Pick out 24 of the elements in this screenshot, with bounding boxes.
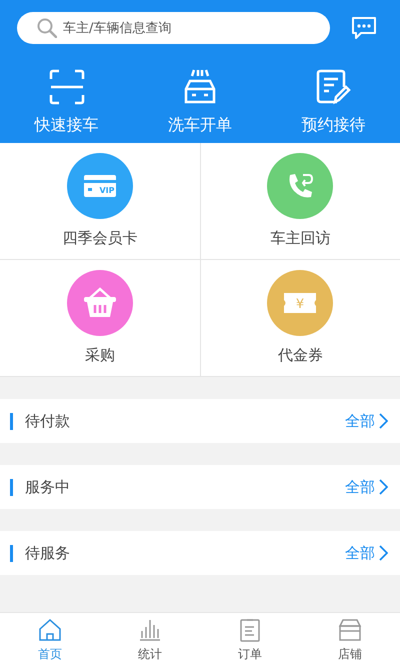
tile-label: 代金券: [278, 344, 323, 366]
search-field[interactable]: 车主/车辆信息查询: [17, 12, 330, 44]
section-title: 待服务: [25, 542, 70, 564]
note-edit-icon: [315, 69, 352, 105]
chevron-right-icon: [379, 545, 388, 561]
menu-tile[interactable]: ¥ 代金券: [200, 260, 400, 376]
tab-bar-item[interactable]: 店铺: [300, 613, 400, 666]
chevron-right-icon: [379, 479, 388, 495]
home-icon: [37, 616, 63, 642]
tile-label: 车主回访: [270, 228, 330, 249]
menu-tile[interactable]: 采购: [0, 260, 200, 376]
tab-bar-item[interactable]: 统计: [100, 613, 200, 666]
chevron-right-icon: [379, 413, 388, 429]
section-title: 服务中: [25, 476, 70, 498]
tile-label: 四季会员卡: [62, 228, 138, 249]
basket-icon: [82, 286, 118, 320]
store-icon: [337, 616, 363, 642]
tab-bar-item[interactable]: 订单: [200, 613, 300, 666]
scan-icon: [48, 69, 85, 105]
tile-label: 采购: [84, 344, 115, 366]
menu-tile[interactable]: VIP 四季会员卡: [0, 143, 200, 259]
section-title: 待付款: [25, 410, 70, 432]
message-icon[interactable]: [351, 16, 377, 40]
menu-tile[interactable]: 车主回访: [200, 143, 400, 259]
